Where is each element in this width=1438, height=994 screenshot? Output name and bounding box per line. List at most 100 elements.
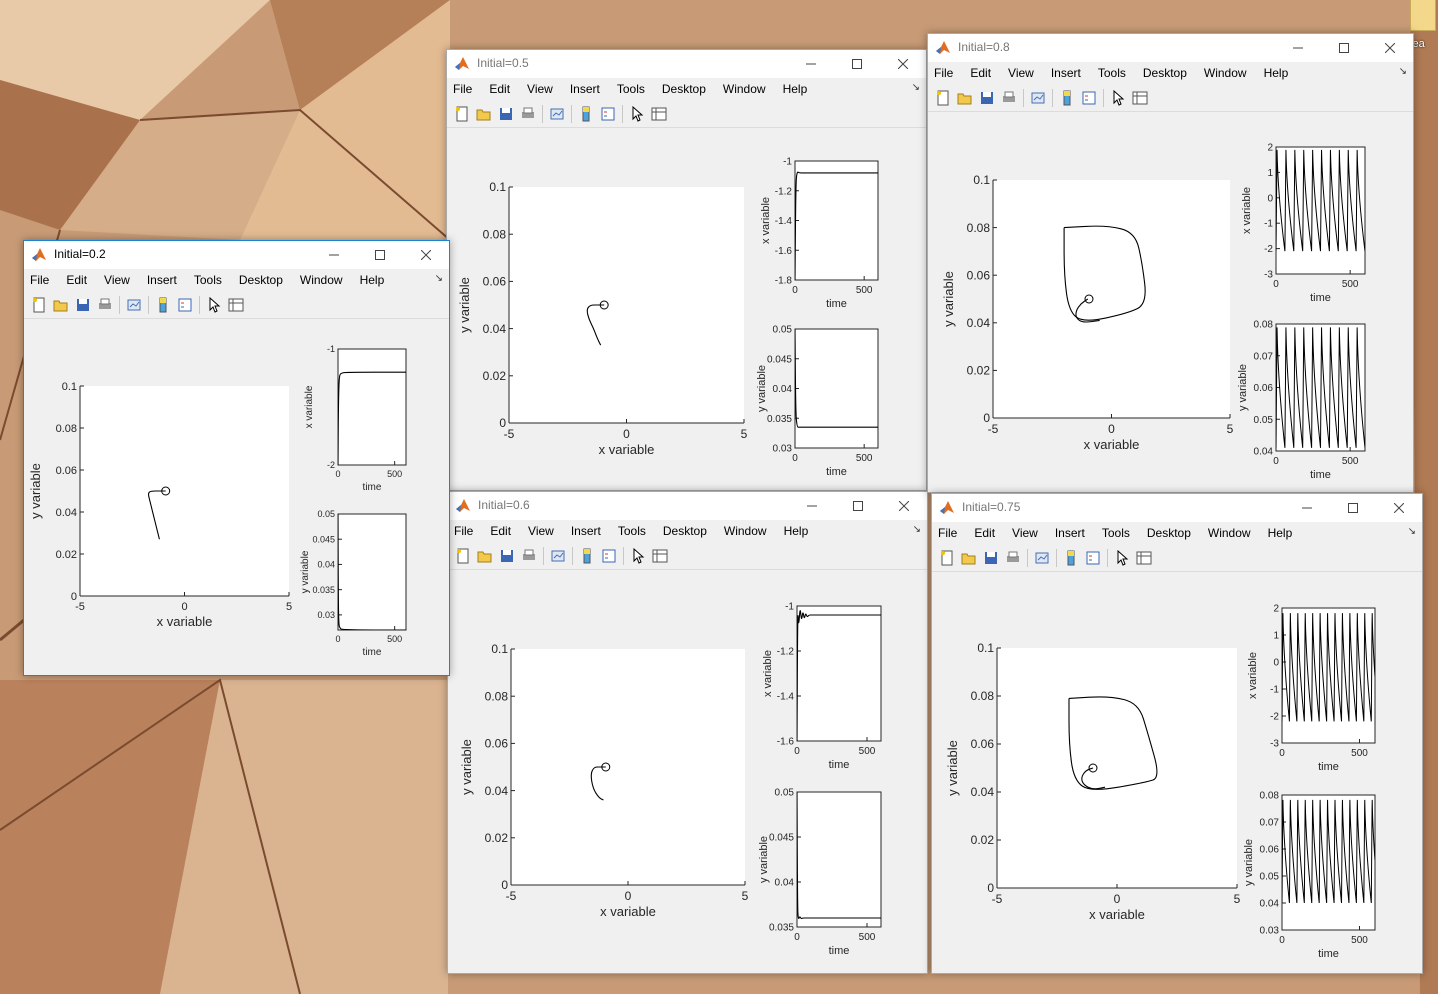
minimize-button[interactable] <box>1275 34 1321 62</box>
new-figure-button[interactable] <box>452 545 474 567</box>
menu-insert[interactable]: Insert <box>571 524 601 538</box>
property-inspector-button[interactable] <box>1129 87 1151 109</box>
menu-desktop[interactable]: Desktop <box>239 273 283 287</box>
maximize-button[interactable] <box>1321 34 1367 62</box>
title-bar[interactable]: Initial=0.8 <box>928 34 1413 62</box>
new-figure-button[interactable] <box>451 103 473 125</box>
property-inspector-button[interactable] <box>649 545 671 567</box>
menu-insert[interactable]: Insert <box>147 273 177 287</box>
maximize-button[interactable] <box>835 492 881 520</box>
close-button[interactable] <box>403 241 449 269</box>
axes-y-vs-time[interactable]: 0 500 0.03 0.035 0.04 0.045 0.05 time y variable <box>756 325 879 479</box>
maximize-button[interactable] <box>357 241 403 269</box>
menu-help[interactable]: Help <box>783 82 808 96</box>
legend-button[interactable] <box>1078 87 1100 109</box>
legend-button[interactable] <box>1082 547 1104 569</box>
menu-window[interactable]: Window <box>724 524 767 538</box>
colorbar-button[interactable] <box>1056 87 1078 109</box>
property-inspector-button[interactable] <box>1133 547 1155 569</box>
dock-figure-icon[interactable]: ↘ <box>912 82 920 93</box>
axes-phase-portrait[interactable]: -5 0 500.020.040.060.080.1x variabley vari… <box>945 641 1241 922</box>
print-button[interactable] <box>94 294 116 316</box>
open-file-button[interactable] <box>473 103 495 125</box>
print-button[interactable] <box>517 103 539 125</box>
menu-tools[interactable]: Tools <box>618 524 646 538</box>
close-button[interactable] <box>1376 494 1422 522</box>
menu-tools[interactable]: Tools <box>1102 526 1130 540</box>
property-inspector-button[interactable] <box>225 294 247 316</box>
pointer-button[interactable] <box>1107 87 1129 109</box>
menu-help[interactable]: Help <box>360 273 385 287</box>
figure-window-w06[interactable]: Initial=0.6 File Edit View Insert Tools Deskt… <box>447 491 928 974</box>
new-figure-button[interactable] <box>932 87 954 109</box>
menu-tools[interactable]: Tools <box>1098 66 1126 80</box>
pointer-button[interactable] <box>203 294 225 316</box>
axes-x-vs-time[interactable]: 0 500 -1.8 -1.6 -1.4 -1.2 -1 time x variable <box>760 157 879 311</box>
maximize-button[interactable] <box>834 50 880 78</box>
figure-window-w08[interactable]: Initial=0.8 File Edit View Insert Tools Deskt… <box>927 33 1414 493</box>
save-button[interactable] <box>980 547 1002 569</box>
minimize-button[interactable] <box>311 241 357 269</box>
axes-phase-portrait[interactable]: -5 0 500.020.040.060.080.1x variabley vari… <box>941 173 1234 452</box>
maximize-button[interactable] <box>1330 494 1376 522</box>
menu-help[interactable]: Help <box>1264 66 1289 80</box>
pointer-button[interactable] <box>1111 547 1133 569</box>
axes-y-vs-time[interactable]: 0 500 0.04 0.05 0.06 0.07 0.08 time y variable <box>1237 320 1366 482</box>
colorbar-button[interactable] <box>1060 547 1082 569</box>
axes-y-vs-time[interactable]: 0 500 0.03 0.035 0.04 0.045 0.05 time y variable <box>300 509 407 658</box>
open-file-button[interactable] <box>958 547 980 569</box>
print-button[interactable] <box>1002 547 1024 569</box>
open-file-button[interactable] <box>954 87 976 109</box>
figure-window-w05[interactable]: Initial=0.5 File Edit View Insert Tools Deskt… <box>446 49 927 491</box>
menu-insert[interactable]: Insert <box>1051 66 1081 80</box>
close-button[interactable] <box>880 50 926 78</box>
link-plot-button[interactable] <box>1027 87 1049 109</box>
new-figure-button[interactable] <box>936 547 958 569</box>
link-plot-button[interactable] <box>1031 547 1053 569</box>
menu-window[interactable]: Window <box>723 82 766 96</box>
dock-figure-icon[interactable]: ↘ <box>435 273 443 284</box>
title-bar[interactable]: Initial=0.5 <box>447 50 926 78</box>
axes-phase-portrait[interactable]: -5 0 500.020.040.060.080.1x variabley vari… <box>459 642 749 919</box>
legend-button[interactable] <box>174 294 196 316</box>
axes-x-vs-time[interactable]: 0 500 -3 -2 -1 0 1 2 time x variable <box>1247 604 1376 774</box>
close-button[interactable] <box>1367 34 1413 62</box>
menu-insert[interactable]: Insert <box>570 82 600 96</box>
pointer-button[interactable] <box>626 103 648 125</box>
menu-file[interactable]: File <box>454 524 473 538</box>
link-plot-button[interactable] <box>547 545 569 567</box>
menu-edit[interactable]: Edit <box>489 82 510 96</box>
menu-view[interactable]: View <box>104 273 130 287</box>
menu-view[interactable]: View <box>528 524 554 538</box>
new-figure-button[interactable] <box>28 294 50 316</box>
menu-file[interactable]: File <box>934 66 953 80</box>
save-button[interactable] <box>72 294 94 316</box>
menu-desktop[interactable]: Desktop <box>662 82 706 96</box>
link-plot-button[interactable] <box>546 103 568 125</box>
minimize-button[interactable] <box>789 492 835 520</box>
axes-x-vs-time[interactable]: 0 500 -3 -2 -1 0 1 2 time x variable <box>1241 143 1366 305</box>
open-file-button[interactable] <box>474 545 496 567</box>
menu-view[interactable]: View <box>527 82 553 96</box>
minimize-button[interactable] <box>1284 494 1330 522</box>
menu-desktop[interactable]: Desktop <box>663 524 707 538</box>
colorbar-button[interactable] <box>575 103 597 125</box>
title-bar[interactable]: Initial=0.75 <box>932 494 1422 522</box>
close-button[interactable] <box>881 492 927 520</box>
menu-edit[interactable]: Edit <box>974 526 995 540</box>
menu-window[interactable]: Window <box>1204 66 1247 80</box>
menu-file[interactable]: File <box>453 82 472 96</box>
figure-window-w02[interactable]: Initial=0.2 File Edit View Insert Tools Deskt… <box>23 240 450 676</box>
dock-figure-icon[interactable]: ↘ <box>1399 66 1407 77</box>
dock-figure-icon[interactable]: ↘ <box>913 524 921 535</box>
menu-help[interactable]: Help <box>784 524 809 538</box>
pointer-button[interactable] <box>627 545 649 567</box>
open-file-button[interactable] <box>50 294 72 316</box>
axes-y-vs-time[interactable]: 0 500 0.035 0.04 0.045 0.05 time y variable <box>758 788 882 958</box>
property-inspector-button[interactable] <box>648 103 670 125</box>
menu-edit[interactable]: Edit <box>490 524 511 538</box>
menu-file[interactable]: File <box>938 526 957 540</box>
menu-view[interactable]: View <box>1012 526 1038 540</box>
title-bar[interactable]: Initial=0.6 <box>448 492 927 520</box>
menu-view[interactable]: View <box>1008 66 1034 80</box>
